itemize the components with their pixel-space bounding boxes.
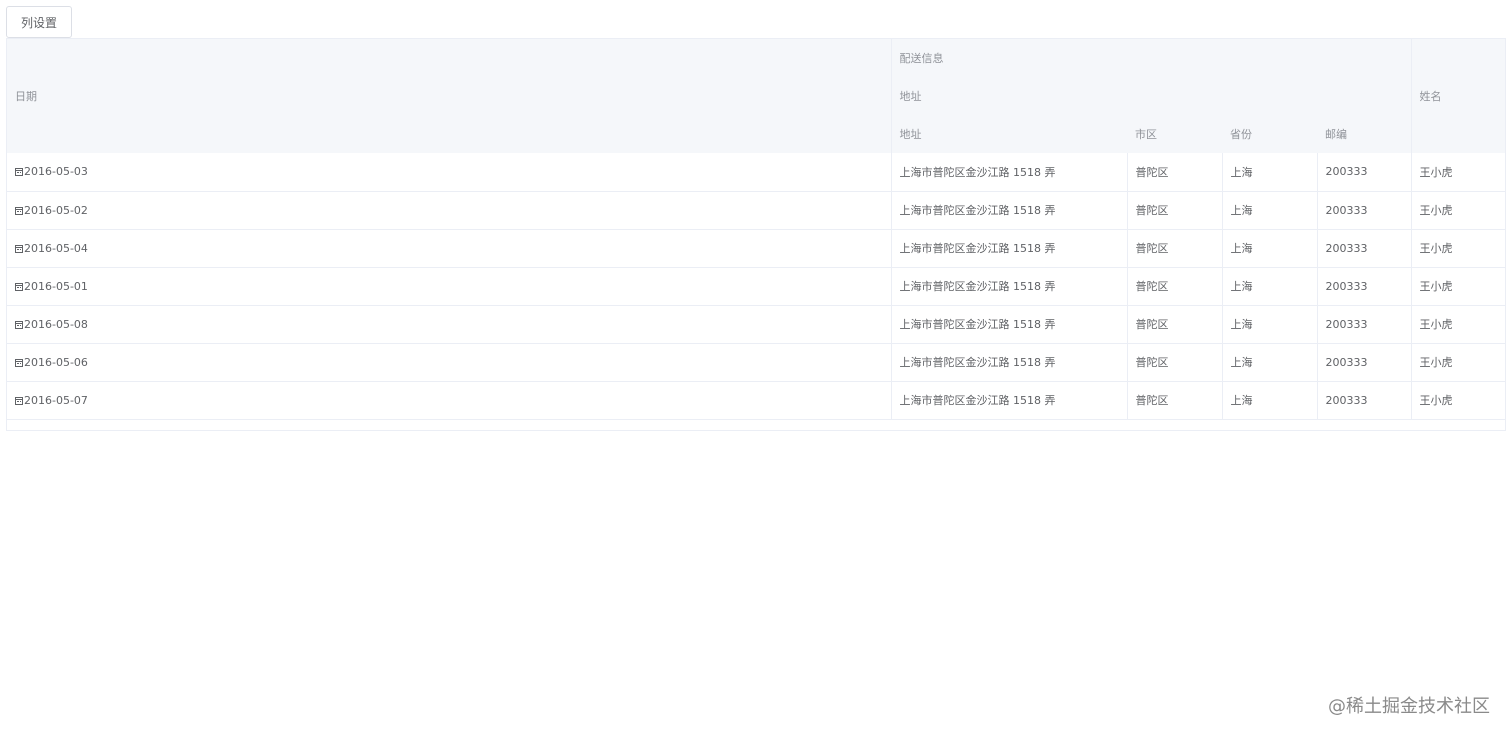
date-value: 2016-05-08: [24, 317, 88, 331]
cell-address: 上海市普陀区金沙江路 1518 弄: [891, 343, 1128, 382]
cell-city: 普陀区: [1127, 267, 1223, 306]
cell-city: 普陀区: [1127, 153, 1223, 192]
cell-city: 普陀区: [1127, 229, 1223, 268]
cell-zip: 200333: [1317, 267, 1412, 306]
cell-city: 普陀区: [1127, 343, 1223, 382]
calendar-icon: [15, 358, 23, 367]
header-province[interactable]: 省份: [1222, 115, 1317, 153]
data-table: 日期 配送信息 姓名 地址 地址 市区 省份 邮编 2016-05-03 上海市…: [7, 39, 1505, 420]
cell-date: 2016-05-04: [7, 229, 892, 268]
cell-name: 王小虎: [1411, 343, 1505, 382]
cell-city: 普陀区: [1127, 305, 1223, 344]
cell-zip: 200333: [1317, 343, 1412, 382]
cell-name: 王小虎: [1411, 267, 1505, 306]
cell-zip: 200333: [1317, 153, 1412, 192]
cell-address: 上海市普陀区金沙江路 1518 弄: [891, 153, 1128, 192]
page: 列设置 日期 配送信息 姓名 地址 地址 市区 省份 邮编 2016-05-03…: [0, 0, 1512, 736]
cell-address: 上海市普陀区金沙江路 1518 弄: [891, 305, 1128, 344]
table-row[interactable]: 2016-05-01 上海市普陀区金沙江路 1518 弄 普陀区 上海 2003…: [7, 267, 1505, 306]
cell-date: 2016-05-06: [7, 343, 892, 382]
cell-name: 王小虎: [1411, 305, 1505, 344]
cell-province: 上海: [1222, 191, 1318, 230]
calendar-icon: [15, 244, 23, 253]
cell-zip: 200333: [1317, 305, 1412, 344]
date-value: 2016-05-03: [24, 165, 88, 179]
cell-date: 2016-05-01: [7, 267, 892, 306]
header-date[interactable]: 日期: [7, 39, 892, 153]
date-value: 2016-05-04: [24, 241, 88, 255]
header-address[interactable]: 地址: [891, 115, 1127, 153]
column-settings-button[interactable]: 列设置: [6, 6, 72, 38]
date-value: 2016-05-06: [24, 355, 88, 369]
header-city[interactable]: 市区: [1127, 115, 1222, 153]
table-row[interactable]: 2016-05-03 上海市普陀区金沙江路 1518 弄 普陀区 上海 2003…: [7, 153, 1505, 192]
header-name[interactable]: 姓名: [1410, 39, 1505, 153]
cell-province: 上海: [1222, 343, 1318, 382]
date-value: 2016-05-01: [24, 279, 88, 293]
header-zip[interactable]: 邮编: [1317, 115, 1411, 153]
cell-city: 普陀区: [1127, 381, 1223, 420]
cell-province: 上海: [1222, 153, 1318, 192]
calendar-icon: [15, 396, 23, 405]
header-group-delivery: 配送信息: [891, 39, 1411, 77]
cell-date: 2016-05-08: [7, 305, 892, 344]
table-row[interactable]: 2016-05-04 上海市普陀区金沙江路 1518 弄 普陀区 上海 2003…: [7, 229, 1505, 268]
cell-date: 2016-05-07: [7, 381, 892, 420]
calendar-icon: [15, 206, 23, 215]
cell-date: 2016-05-02: [7, 191, 892, 230]
cell-address: 上海市普陀区金沙江路 1518 弄: [891, 229, 1128, 268]
cell-address: 上海市普陀区金沙江路 1518 弄: [891, 267, 1128, 306]
calendar-icon: [15, 320, 23, 329]
cell-date: 2016-05-03: [7, 153, 892, 192]
cell-address: 上海市普陀区金沙江路 1518 弄: [891, 381, 1128, 420]
cell-city: 普陀区: [1127, 191, 1223, 230]
cell-name: 王小虎: [1411, 381, 1505, 420]
cell-name: 王小虎: [1411, 153, 1505, 192]
calendar-icon: [15, 282, 23, 291]
table-row[interactable]: 2016-05-06 上海市普陀区金沙江路 1518 弄 普陀区 上海 2003…: [7, 343, 1505, 382]
cell-province: 上海: [1222, 267, 1318, 306]
calendar-icon: [15, 168, 23, 177]
cell-zip: 200333: [1317, 229, 1412, 268]
cell-province: 上海: [1222, 229, 1318, 268]
table-row[interactable]: 2016-05-08 上海市普陀区金沙江路 1518 弄 普陀区 上海 2003…: [7, 305, 1505, 344]
table-body: 2016-05-03 上海市普陀区金沙江路 1518 弄 普陀区 上海 2003…: [7, 153, 1505, 420]
cell-address: 上海市普陀区金沙江路 1518 弄: [891, 191, 1128, 230]
table-header: 日期 配送信息 姓名 地址 地址 市区 省份 邮编: [7, 39, 1505, 153]
cell-zip: 200333: [1317, 191, 1412, 230]
cell-province: 上海: [1222, 381, 1318, 420]
cell-province: 上海: [1222, 305, 1318, 344]
date-value: 2016-05-02: [24, 203, 88, 217]
date-value: 2016-05-07: [24, 393, 88, 407]
data-table-container: 日期 配送信息 姓名 地址 地址 市区 省份 邮编 2016-05-03 上海市…: [6, 38, 1506, 431]
table-row[interactable]: 2016-05-02 上海市普陀区金沙江路 1518 弄 普陀区 上海 2003…: [7, 191, 1505, 230]
cell-zip: 200333: [1317, 381, 1412, 420]
table-row[interactable]: 2016-05-07 上海市普陀区金沙江路 1518 弄 普陀区 上海 2003…: [7, 381, 1505, 420]
watermark: @稀土掘金技术社区: [1328, 696, 1490, 717]
header-group-address: 地址: [891, 77, 1411, 115]
cell-name: 王小虎: [1411, 191, 1505, 230]
cell-name: 王小虎: [1411, 229, 1505, 268]
